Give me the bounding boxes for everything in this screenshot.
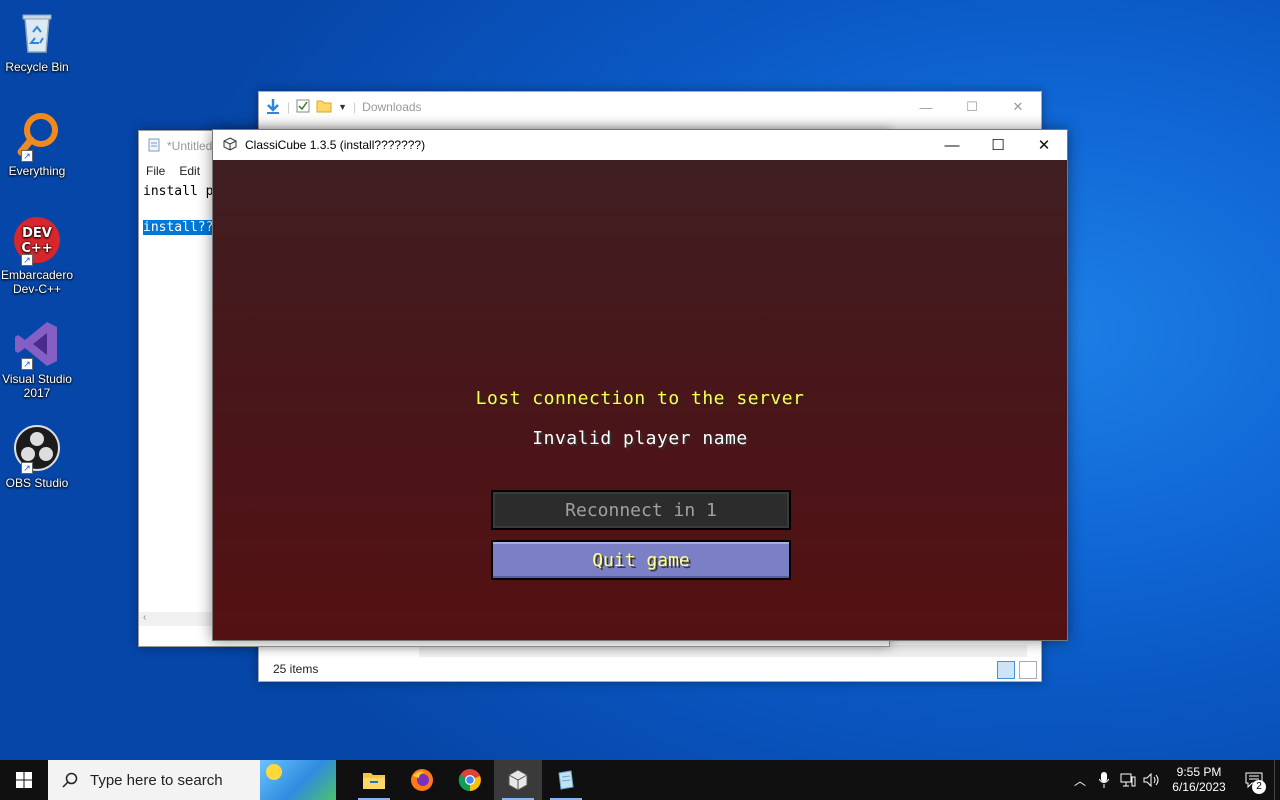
large-icons-view-button[interactable] <box>1019 661 1037 679</box>
search-placeholder: Type here to search <box>90 771 223 789</box>
notepad-title: *Untitled <box>167 139 213 153</box>
download-arrow-icon[interactable] <box>265 98 281 117</box>
desktop-icon-obs[interactable]: ↗ OBS Studio <box>0 424 74 490</box>
clock-time: 9:55 PM <box>1176 765 1222 779</box>
action-center-button[interactable]: 2 <box>1234 760 1274 800</box>
microphone-icon[interactable] <box>1092 760 1116 800</box>
taskbar-file-explorer[interactable] <box>350 760 398 800</box>
dev-cpp-icon: DEV C++ ↗ <box>13 216 61 266</box>
clock-date: 6/16/2023 <box>1172 780 1226 794</box>
menu-edit[interactable]: Edit <box>179 164 200 178</box>
explorer-title: Downloads <box>362 100 422 114</box>
classicube-cube-icon <box>223 136 237 154</box>
minimize-button[interactable]: — <box>903 92 949 122</box>
taskbar: Type here to search ︿ 9:55 PM 6/16/2023 <box>0 760 1280 800</box>
explorer-statusbar: 25 items <box>259 657 1041 681</box>
notepad-icon <box>558 770 574 790</box>
selected-text: install?? <box>143 220 214 235</box>
classicube-icon <box>508 769 528 791</box>
reconnect-button[interactable]: Reconnect in 1 <box>491 490 791 530</box>
quick-access-dropdown-icon[interactable]: ▼ <box>338 102 347 112</box>
desktop-icon-recycle-bin[interactable]: Recycle Bin <box>0 8 74 74</box>
network-icon[interactable] <box>1116 760 1140 800</box>
new-folder-icon[interactable] <box>316 99 332 116</box>
classicube-titlebar[interactable]: ClassiCube 1.3.5 (install???????) — ☐ ✕ <box>213 130 1067 160</box>
shortcut-arrow-icon: ↗ <box>21 150 33 162</box>
notepad-icon <box>147 138 161 155</box>
minimize-button[interactable]: — <box>929 130 975 160</box>
taskbar-firefox[interactable] <box>398 760 446 800</box>
desktop-icon-visual-studio[interactable]: ↗ Visual Studio 2017 <box>0 320 74 400</box>
desktop-icon-dev-cpp[interactable]: DEV C++ ↗ Embarcadero Dev-C++ <box>0 216 74 296</box>
file-explorer-icon <box>363 773 385 789</box>
game-viewport[interactable]: Lost connection to the server Invalid pl… <box>213 160 1067 640</box>
shortcut-arrow-icon: ↗ <box>21 358 33 370</box>
volume-icon[interactable] <box>1140 760 1164 800</box>
desktop-icon-label: Recycle Bin <box>5 60 69 74</box>
start-button[interactable] <box>0 760 48 800</box>
windows-logo-icon <box>16 772 32 788</box>
menu-file[interactable]: File <box>146 164 165 178</box>
show-hidden-icons-chevron-icon[interactable]: ︿ <box>1068 760 1092 800</box>
firefox-icon <box>411 769 433 791</box>
explorer-titlebar[interactable]: | ▼ | Downloads — ☐ ✕ <box>259 92 1041 122</box>
shortcut-arrow-icon: ↗ <box>21 462 33 474</box>
desktop-icon-label: OBS Studio <box>5 476 69 490</box>
search-icon <box>62 772 78 788</box>
system-tray: ︿ 9:55 PM 6/16/2023 2 <box>1068 760 1280 800</box>
maximize-button[interactable]: ☐ <box>975 130 1021 160</box>
taskbar-classicube[interactable] <box>494 760 542 800</box>
clock[interactable]: 9:55 PM 6/16/2023 <box>1164 765 1234 795</box>
disconnect-title: Lost connection to the server <box>475 388 805 409</box>
search-highlight-sun <box>266 764 282 780</box>
classicube-title: ClassiCube 1.3.5 (install???????) <box>245 138 426 152</box>
visual-studio-icon: ↗ <box>13 320 61 370</box>
desktop-icon-label: Visual Studio 2017 <box>2 372 72 400</box>
desktop-icon-label: Embarcadero Dev-C++ <box>0 268 74 296</box>
obs-studio-icon: ↗ <box>13 424 61 474</box>
desktop-icon-label: Everything <box>8 164 66 178</box>
show-desktop-button[interactable] <box>1274 760 1280 800</box>
classicube-window[interactable]: ClassiCube 1.3.5 (install???????) — ☐ ✕ … <box>212 129 1068 641</box>
item-count: 25 items <box>273 662 319 676</box>
taskbar-notepad[interactable] <box>542 760 590 800</box>
svg-text:DEV: DEV <box>22 226 52 241</box>
taskbar-chrome[interactable] <box>446 760 494 800</box>
maximize-button[interactable]: ☐ <box>949 92 995 122</box>
everything-search-icon: ↗ <box>13 112 61 162</box>
close-button[interactable]: ✕ <box>995 92 1041 122</box>
chrome-icon <box>458 769 481 792</box>
notification-count-badge: 2 <box>1252 780 1266 794</box>
properties-icon[interactable] <box>296 99 310 116</box>
disconnect-reason: Invalid player name <box>532 428 748 449</box>
recycle-bin-icon <box>13 8 61 56</box>
shortcut-arrow-icon: ↗ <box>21 254 33 266</box>
taskbar-search-box[interactable]: Type here to search <box>48 760 336 800</box>
desktop-icon-everything[interactable]: ↗ Everything <box>0 112 74 178</box>
close-button[interactable]: ✕ <box>1021 130 1067 160</box>
details-view-button[interactable] <box>997 661 1015 679</box>
quit-game-button[interactable]: Quit game <box>491 540 791 580</box>
